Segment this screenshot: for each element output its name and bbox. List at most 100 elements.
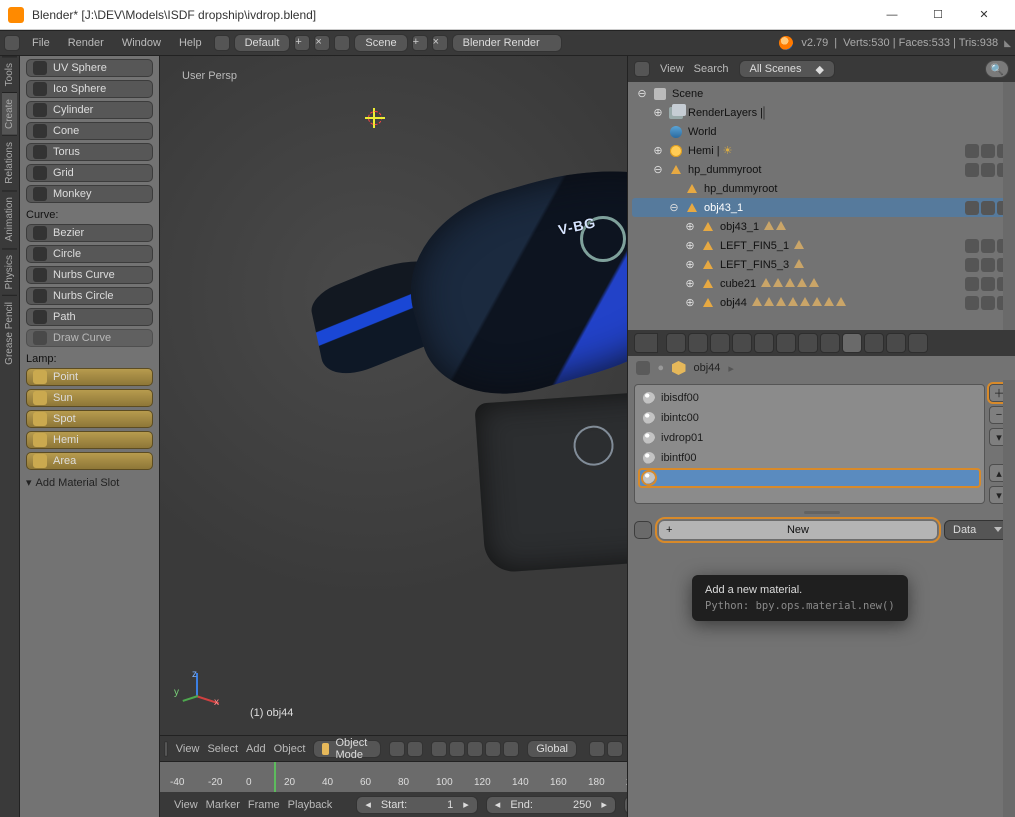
scene-dropdown[interactable]: Scene — [354, 34, 407, 52]
menu-render[interactable]: Render — [60, 37, 112, 49]
tl-menu-view[interactable]: View — [174, 799, 198, 811]
menu-file[interactable]: File — [24, 37, 58, 49]
add-nurbs-circle-button[interactable]: Nurbs Circle — [26, 287, 153, 305]
scene-icon[interactable] — [334, 35, 350, 51]
add-monkey-button[interactable]: Monkey — [26, 185, 153, 203]
outliner[interactable]: ⊖Scene ⊕RenderLayers | World ⊕Hemi | ☀ ⊖… — [628, 82, 1015, 330]
window-minimize-button[interactable]: — — [869, 0, 915, 30]
3d-viewport[interactable]: User Persp V-BG z y x (1) obj44 — [160, 56, 627, 761]
breadcrumb-object[interactable]: obj44 — [694, 362, 721, 374]
add-grid-button[interactable]: Grid — [26, 164, 153, 182]
tab-tools[interactable]: Tools — [2, 56, 17, 92]
prop-tab-render[interactable] — [666, 333, 686, 353]
expand-toggle[interactable]: ⊕ — [652, 144, 664, 157]
add-torus-button[interactable]: Torus — [26, 143, 153, 161]
editor-type-icon[interactable] — [4, 35, 20, 51]
layout-remove-button[interactable]: × — [314, 35, 330, 51]
add-lamp-hemi-button[interactable]: Hemi — [26, 431, 153, 449]
restrict-toggle[interactable] — [965, 296, 979, 310]
last-operator-panel[interactable]: ▾ Add Material Slot — [26, 476, 153, 489]
layout-add-button[interactable]: + — [294, 35, 310, 51]
restrict-toggle[interactable] — [965, 239, 979, 253]
vp-menu-select[interactable]: Select — [207, 743, 238, 755]
pin-icon[interactable] — [636, 361, 650, 375]
vp-menu-view[interactable]: View — [176, 743, 200, 755]
prop-tab-physics[interactable] — [908, 333, 928, 353]
editor-type-outliner-icon[interactable] — [634, 61, 650, 77]
restrict-toggle[interactable] — [965, 277, 979, 291]
material-slot-4[interactable] — [639, 469, 980, 487]
add-ico-sphere-button[interactable]: Ico Sphere — [26, 80, 153, 98]
add-bezier-button[interactable]: Bezier — [26, 224, 153, 242]
layers-button-2[interactable] — [607, 741, 623, 757]
menu-help[interactable]: Help — [171, 37, 210, 49]
editor-type-3dview-icon[interactable] — [164, 741, 168, 757]
tab-animation[interactable]: Animation — [2, 190, 17, 247]
material-slot-3[interactable]: ibintf00 — [639, 449, 980, 467]
outliner-row-scene[interactable]: ⊖Scene — [632, 84, 1011, 103]
rotate-icon[interactable] — [485, 741, 501, 757]
restrict-toggle[interactable] — [981, 258, 995, 272]
expand-toggle[interactable]: ⊖ — [668, 201, 680, 214]
expand-toggle[interactable]: ⊖ — [652, 163, 664, 176]
tl-menu-frame[interactable]: Frame — [248, 799, 280, 811]
expand-toggle[interactable]: ⊕ — [684, 220, 696, 233]
material-slot-list[interactable]: ibisdf00 ibintc00 ivdrop01 ibintf00 — [634, 384, 985, 504]
outliner-row-obj43_1[interactable]: ⊕obj43_1 — [632, 217, 1011, 236]
render-engine-dropdown[interactable]: Blender Render — [452, 34, 562, 52]
material-slot-0[interactable]: ibisdf00 — [639, 389, 980, 407]
restrict-toggle[interactable] — [965, 163, 979, 177]
screen-layout-icon[interactable] — [214, 35, 230, 51]
prop-tab-particles[interactable] — [886, 333, 906, 353]
outliner-search-button[interactable]: 🔍 — [985, 60, 1009, 78]
outliner-menu-search[interactable]: Search — [694, 63, 729, 75]
translate-icon[interactable] — [467, 741, 483, 757]
menu-window[interactable]: Window — [114, 37, 169, 49]
restrict-toggle[interactable] — [965, 201, 979, 215]
timeline-ruler[interactable]: -40-200204060801001201401601802002202402… — [160, 761, 627, 791]
expand-toggle[interactable]: ⊕ — [684, 258, 696, 271]
material-browse-button[interactable] — [634, 521, 652, 539]
restrict-toggle[interactable] — [981, 144, 995, 158]
outliner-row-left_fin5_3[interactable]: ⊕LEFT_FIN5_3 — [632, 255, 1011, 274]
screen-layout-dropdown[interactable]: Default — [234, 34, 291, 52]
area-corner-icon[interactable]: ◣ — [1004, 38, 1011, 49]
properties-scrollbar[interactable] — [1003, 380, 1015, 817]
prop-tab-material[interactable] — [842, 333, 862, 353]
frame-start-field[interactable]: ◂ Start: 1 ▸ — [356, 796, 477, 814]
editor-type-properties-icon[interactable] — [634, 333, 658, 353]
playhead[interactable] — [274, 762, 276, 792]
restrict-toggle[interactable] — [981, 296, 995, 310]
outliner-menu-view[interactable]: View — [660, 63, 684, 75]
restrict-toggle[interactable] — [981, 239, 995, 253]
outliner-row-hp_dummyroot[interactable]: ⊖hp_dummyroot — [632, 160, 1011, 179]
scale-icon[interactable] — [503, 741, 519, 757]
pivot-icon[interactable] — [431, 741, 447, 757]
scene-add-button[interactable]: + — [412, 35, 428, 51]
restrict-toggle[interactable] — [965, 144, 979, 158]
material-slot-1[interactable]: ibintc00 — [639, 409, 980, 427]
restrict-toggle[interactable] — [981, 277, 995, 291]
tab-grease-pencil[interactable]: Grease Pencil — [2, 295, 17, 371]
tl-menu-marker[interactable]: Marker — [206, 799, 240, 811]
add-lamp-point-button[interactable]: Point — [26, 368, 153, 386]
expand-toggle[interactable]: ⊕ — [652, 106, 664, 119]
add-cone-button[interactable]: Cone — [26, 122, 153, 140]
tab-physics[interactable]: Physics — [2, 248, 17, 295]
outliner-row-obj43_1[interactable]: ⊖obj43_1 — [632, 198, 1011, 217]
add-lamp-area-button[interactable]: Area — [26, 452, 153, 470]
outliner-row-renderlayers[interactable]: ⊕RenderLayers | — [632, 103, 1011, 122]
tl-menu-playback[interactable]: Playback — [288, 799, 333, 811]
outliner-row-obj44[interactable]: ⊕obj44 — [632, 293, 1011, 312]
material-slot-2[interactable]: ivdrop01 — [639, 429, 980, 447]
vp-menu-object[interactable]: Object — [274, 743, 306, 755]
expand-toggle[interactable]: ⊕ — [684, 277, 696, 290]
outliner-row-left_fin5_1[interactable]: ⊕LEFT_FIN5_1 — [632, 236, 1011, 255]
outliner-scrollbar[interactable] — [1003, 82, 1015, 330]
orientation-dropdown[interactable]: Global — [527, 740, 577, 758]
add-circle-button[interactable]: Circle — [26, 245, 153, 263]
scene-remove-button[interactable]: × — [432, 35, 448, 51]
manipulator-icon[interactable] — [449, 741, 465, 757]
prop-tab-modifiers[interactable] — [798, 333, 818, 353]
tab-relations[interactable]: Relations — [2, 135, 17, 190]
